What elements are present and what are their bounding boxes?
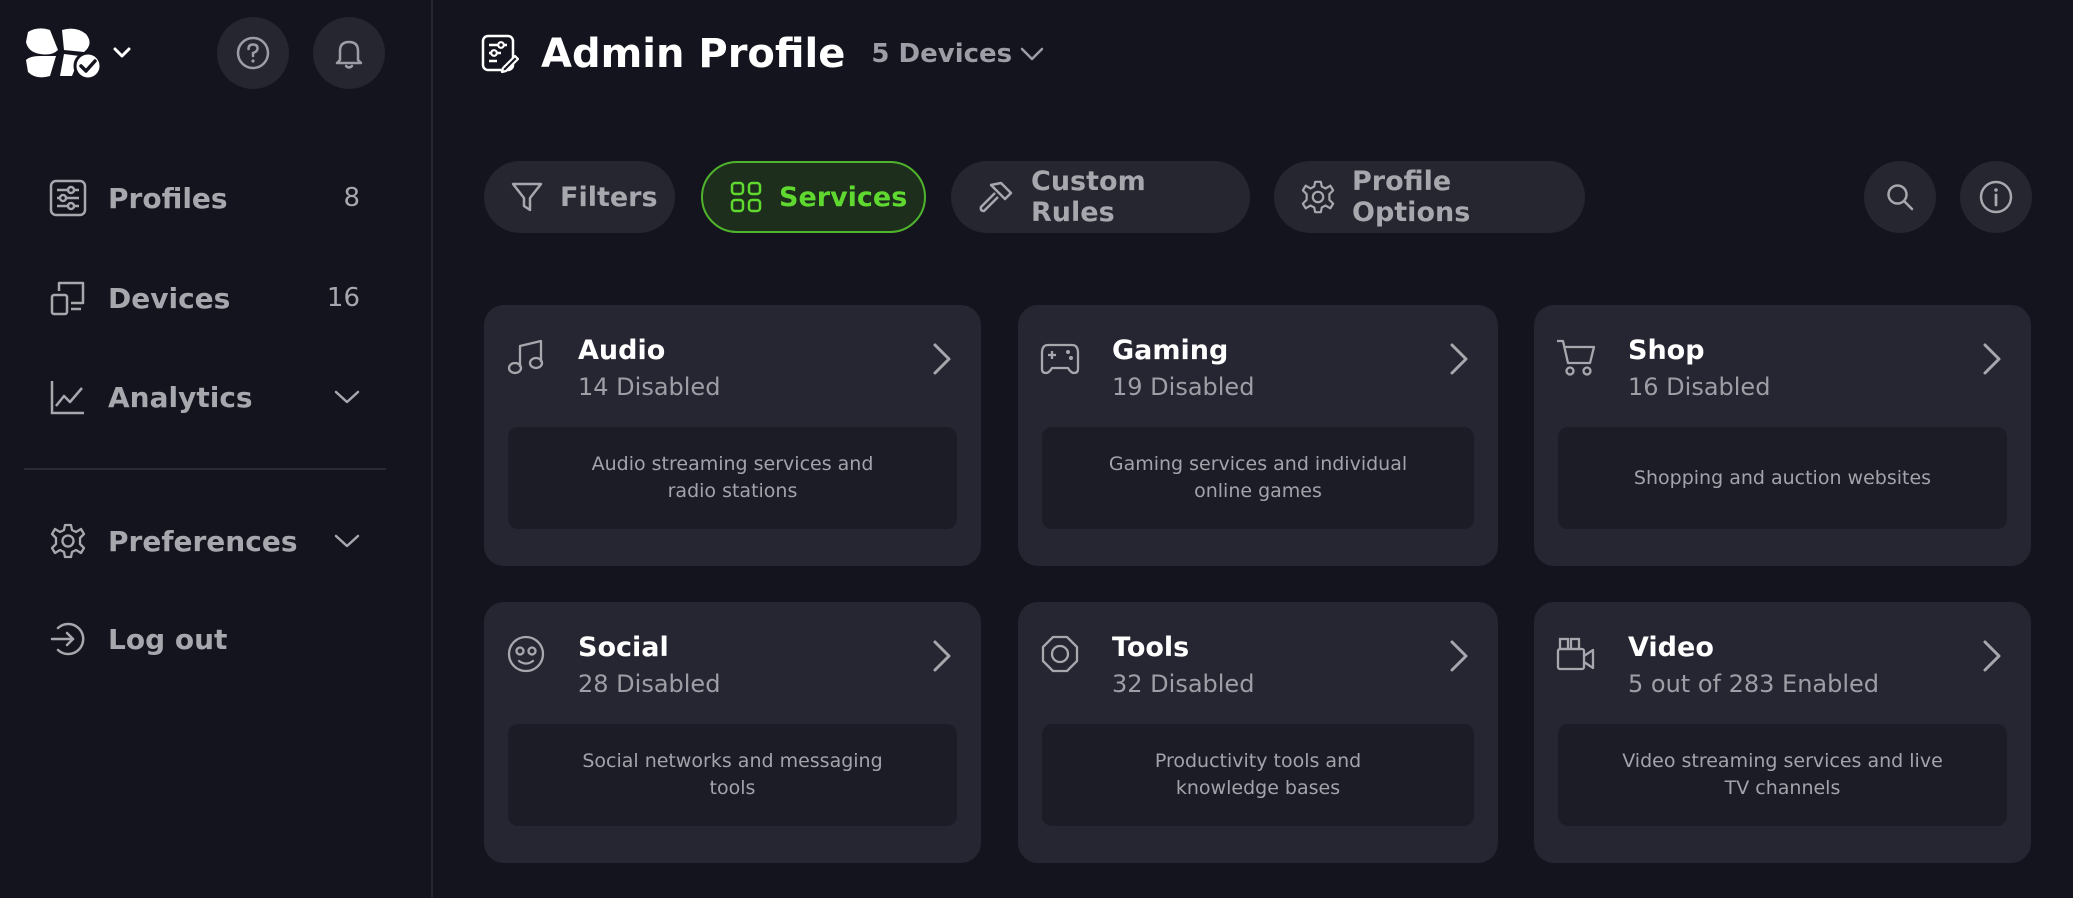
notifications-button[interactable] xyxy=(313,17,385,89)
sidebar-item-label: Preferences xyxy=(108,524,298,558)
service-card-audio[interactable]: Audio 14 Disabled Audio streaming servic… xyxy=(484,305,981,566)
card-status: 5 out of 283 Enabled xyxy=(1628,670,1880,698)
card-status: 19 Disabled xyxy=(1112,373,1255,401)
tab-profile-options[interactable]: Profile Options xyxy=(1274,161,1585,233)
tools-icon xyxy=(1040,634,1080,674)
device-selector-label: 5 Devices xyxy=(871,39,1013,69)
help-icon xyxy=(236,36,270,70)
sidebar: Profiles 8 Devices 16 Analytics Preferen… xyxy=(0,0,433,898)
service-card-video[interactable]: Video 5 out of 283 Enabled Video streami… xyxy=(1534,602,2031,863)
card-status: 28 Disabled xyxy=(578,670,721,698)
search-button[interactable] xyxy=(1864,161,1936,233)
chevron-right-icon xyxy=(929,341,955,377)
help-button[interactable] xyxy=(217,17,289,89)
logo-menu[interactable] xyxy=(24,26,132,80)
chevron-right-icon xyxy=(1979,341,2005,377)
card-title: Shop xyxy=(1628,335,1705,366)
card-description: Productivity tools and knowledge bases xyxy=(1042,724,1474,826)
tab-custom-rules[interactable]: Custom Rules xyxy=(951,161,1250,233)
logo-icon xyxy=(24,26,102,80)
tab-label: Custom Rules xyxy=(1031,166,1146,228)
analytics-icon xyxy=(48,377,88,417)
sidebar-item-preferences[interactable]: Preferences xyxy=(48,511,360,571)
music-note-icon xyxy=(506,337,546,377)
tab-filters[interactable]: Filters xyxy=(484,161,675,233)
chevron-down-icon xyxy=(112,46,132,60)
service-card-shop[interactable]: Shop 16 Disabled Shopping and auction we… xyxy=(1534,305,2031,566)
page-header: Admin Profile 5 Devices xyxy=(481,26,1044,82)
smiley-icon xyxy=(506,634,546,674)
chevron-down-icon xyxy=(334,533,360,549)
tab-label: Services xyxy=(779,181,908,213)
service-card-gaming[interactable]: Gaming 19 Disabled Gaming services and i… xyxy=(1018,305,1498,566)
video-camera-icon xyxy=(1556,634,1596,674)
device-selector[interactable]: 5 Devices xyxy=(871,39,1044,69)
gamepad-icon xyxy=(1040,337,1080,377)
grid-icon xyxy=(729,180,763,214)
info-icon xyxy=(1979,180,2013,214)
sidebar-item-profiles[interactable]: Profiles 8 xyxy=(48,168,360,228)
sidebar-item-label: Devices xyxy=(108,281,231,315)
gear-icon xyxy=(1300,179,1336,215)
filter-icon xyxy=(510,180,544,214)
chevron-right-icon xyxy=(1979,638,2005,674)
card-title: Gaming xyxy=(1112,335,1229,366)
service-card-tools[interactable]: Tools 32 Disabled Productivity tools and… xyxy=(1018,602,1498,863)
search-icon xyxy=(1885,182,1915,212)
profile-edit-icon xyxy=(481,34,519,74)
devices-icon xyxy=(48,278,88,318)
cart-icon xyxy=(1556,337,1596,377)
tab-label: Filters xyxy=(560,181,658,213)
page-title: Admin Profile xyxy=(541,31,846,77)
chevron-right-icon xyxy=(929,638,955,674)
sidebar-item-analytics[interactable]: Analytics xyxy=(48,367,360,427)
sidebar-item-count: 8 xyxy=(343,183,360,213)
profiles-icon xyxy=(48,178,88,218)
hammer-icon xyxy=(977,179,1015,215)
sidebar-item-devices[interactable]: Devices 16 xyxy=(48,268,360,328)
card-title: Video xyxy=(1628,632,1714,663)
sidebar-item-count: 16 xyxy=(326,283,360,313)
card-description: Video streaming services and live TV cha… xyxy=(1558,724,2007,826)
card-title: Audio xyxy=(578,335,666,366)
card-status: 16 Disabled xyxy=(1628,373,1771,401)
card-status: 32 Disabled xyxy=(1112,670,1255,698)
gear-icon xyxy=(48,521,88,561)
sidebar-item-label: Log out xyxy=(108,622,228,656)
card-title: Tools xyxy=(1112,632,1190,663)
card-description: Gaming services and individual online ga… xyxy=(1042,427,1474,529)
chevron-right-icon xyxy=(1446,638,1472,674)
chevron-down-icon xyxy=(1020,47,1044,61)
card-description: Social networks and messaging tools xyxy=(508,724,957,826)
card-description: Audio streaming services and radio stati… xyxy=(508,427,957,529)
sidebar-item-logout[interactable]: Log out xyxy=(48,609,360,669)
chevron-right-icon xyxy=(1446,341,1472,377)
sidebar-item-label: Analytics xyxy=(108,380,253,414)
main-content: Admin Profile 5 Devices Filters Services… xyxy=(435,0,2073,898)
tab-services[interactable]: Services xyxy=(701,161,926,233)
service-card-social[interactable]: Social 28 Disabled Social networks and m… xyxy=(484,602,981,863)
card-status: 14 Disabled xyxy=(578,373,721,401)
sidebar-item-label: Profiles xyxy=(108,181,228,215)
info-button[interactable] xyxy=(1960,161,2032,233)
chevron-down-icon xyxy=(334,389,360,405)
bell-icon xyxy=(332,36,366,70)
tab-label: Profile Options xyxy=(1352,166,1471,228)
sidebar-divider xyxy=(24,468,386,470)
card-description: Shopping and auction websites xyxy=(1558,427,2007,529)
logout-icon xyxy=(48,619,88,659)
card-title: Social xyxy=(578,632,669,663)
